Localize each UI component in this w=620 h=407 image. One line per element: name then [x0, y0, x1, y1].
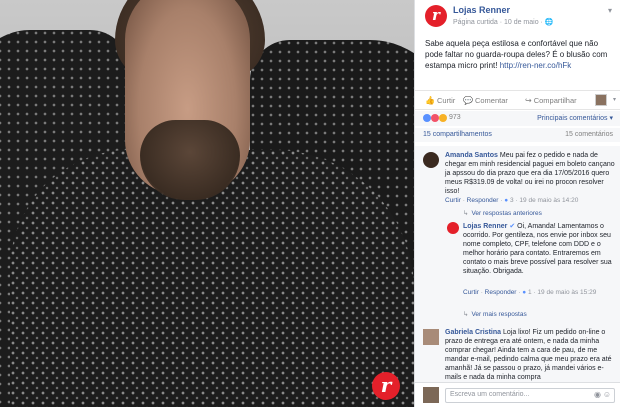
options-chevron-icon[interactable]: ▾	[608, 6, 612, 15]
like-button[interactable]: 👍 Curtir	[425, 96, 455, 105]
comment-time[interactable]: 19 de maio às 14:20	[519, 197, 578, 204]
stats-row: 15 compartilhamentos 15 comentários	[415, 128, 620, 142]
photo-beard	[140, 120, 240, 200]
comment-like-link[interactable]: Curtir	[445, 197, 461, 204]
comment-item: Amanda Santos Meu pai fez o pedido e nad…	[445, 151, 617, 196]
comment-author[interactable]: Gabriela Cristina	[445, 329, 501, 336]
comment-item: Gabriela Cristina Loja lixo! Fiz um pedi…	[445, 328, 617, 382]
like-label: Curtir	[436, 96, 456, 105]
reaction-like-icon: ●	[522, 289, 527, 296]
wow-reaction-icon	[438, 114, 447, 122]
comment-reaction-count[interactable]: 3	[510, 197, 514, 204]
post-header: r Lojas Renner Página curtida · 10 de ma…	[415, 0, 620, 34]
thumbs-up-icon: 👍	[425, 96, 435, 105]
post-link[interactable]: http://ren-ner.co/hFk	[500, 61, 572, 70]
shares-count-link[interactable]: 15 compartilhamentos	[423, 131, 492, 138]
post-panel: r Lojas Renner Página curtida · 10 de ma…	[414, 0, 620, 407]
emoji-icon[interactable]: ☺	[603, 390, 611, 399]
page-name-link[interactable]: Lojas Renner	[453, 5, 510, 15]
view-more-replies-label: Ver mais respostas	[471, 311, 527, 318]
share-icon: ↪	[525, 96, 532, 105]
reply-reaction-count[interactable]: 1	[528, 289, 532, 296]
reaction-like-icon: ●	[504, 197, 509, 204]
reply-item: Lojas Renner ✔ Oi, Amanda! Lamentamos o …	[463, 222, 617, 276]
share-label: Compartilhar	[533, 96, 577, 105]
reaction-count[interactable]: 973	[449, 114, 461, 121]
page-avatar[interactable]: r	[425, 5, 447, 27]
reply-text: Oi, Amanda! Lamentamos o ocorrido. Por g…	[463, 223, 612, 275]
action-bar: 👍 Curtir 💬 Comentar ↪ Compartilhar ▾	[415, 90, 620, 110]
comment-text: Loja lixo! Fiz um pedido on-line o prazo…	[445, 329, 612, 381]
globe-icon: 🌐	[544, 19, 554, 26]
comment-composer: Escreva um comentário... ◉ ☺	[415, 382, 620, 407]
comment-reply-link[interactable]: Responder	[467, 197, 499, 204]
reply-arrow-icon: ↳	[463, 210, 469, 217]
post-meta: Página curtida · 10 de maio · 🌐	[453, 18, 554, 26]
view-previous-replies-label: Ver respostas anteriores	[471, 210, 542, 217]
comment-label: Comentar	[474, 96, 508, 105]
like-reaction-icon	[423, 114, 431, 122]
reply-avatar[interactable]	[447, 222, 459, 234]
reactions-row: 973 Principais comentários ▾	[415, 111, 620, 126]
view-more-replies-link[interactable]: ↳ Ver mais respostas	[463, 310, 527, 318]
reply-reply-link[interactable]: Responder	[485, 289, 517, 296]
reply-meta: Curtir · Responder · ● 1 · 19 de maio às…	[463, 289, 597, 296]
comments-count: 15 comentários	[565, 131, 613, 138]
view-previous-replies-link[interactable]: ↳ Ver respostas anteriores	[463, 209, 542, 217]
reply-author[interactable]: Lojas Renner	[463, 223, 507, 230]
post-text: Sabe aquela peça estilosa e confortável …	[415, 34, 620, 90]
post-meta-text: Página curtida · 10 de maio ·	[453, 19, 543, 26]
comment-author[interactable]: Amanda Santos	[445, 152, 498, 159]
comments-list: Amanda Santos Meu pai fez o pedido e nad…	[415, 146, 620, 382]
current-user-avatar	[423, 387, 439, 403]
comment-meta: Curtir · Responder · ● 3 · 19 de maio às…	[445, 197, 579, 204]
reply-time[interactable]: 19 de maio às 15:29	[537, 289, 596, 296]
comment-avatar[interactable]	[423, 329, 439, 345]
reply-like-link[interactable]: Curtir	[463, 289, 479, 296]
chevron-down-icon[interactable]: ▾	[613, 96, 616, 103]
share-button[interactable]: ↪ Compartilhar	[525, 96, 577, 105]
reply-arrow-icon: ↳	[463, 311, 469, 318]
comment-avatar[interactable]	[423, 152, 439, 168]
comment-sort-dropdown[interactable]: Principais comentários ▾	[537, 114, 613, 122]
post-photo[interactable]: r	[0, 0, 414, 407]
love-reaction-icon	[430, 114, 439, 122]
comment-input[interactable]: Escreva um comentário...	[445, 388, 615, 403]
camera-icon[interactable]: ◉	[594, 390, 601, 399]
renner-logo-watermark: r	[372, 372, 400, 400]
comment-icon: 💬	[463, 96, 473, 105]
comment-button[interactable]: 💬 Comentar	[463, 96, 508, 105]
viewer-avatar[interactable]	[595, 94, 607, 106]
verified-icon: ✔	[509, 223, 516, 230]
reaction-icons[interactable]	[423, 114, 447, 123]
